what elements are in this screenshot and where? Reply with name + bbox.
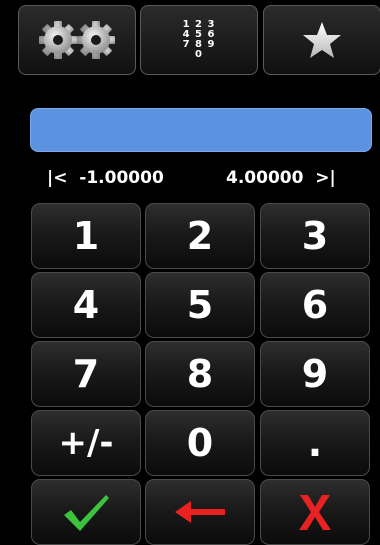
sign-toggle-key[interactable]: +/- (31, 410, 141, 476)
key-9[interactable]: 9 (260, 341, 370, 407)
gears-icon (37, 18, 117, 62)
backspace-button[interactable] (145, 479, 255, 545)
favorite-button[interactable] (263, 5, 380, 75)
keypad-mode-label: 1 2 3 4 5 6 7 8 9 0 (182, 19, 216, 60)
key-6[interactable]: 6 (260, 272, 370, 338)
x-icon (296, 492, 334, 532)
decimal-point-key[interactable]: . (260, 410, 370, 476)
key-3[interactable]: 3 (260, 203, 370, 269)
value-entry-field[interactable] (30, 108, 372, 152)
confirm-button[interactable] (31, 479, 141, 545)
key-8[interactable]: 8 (145, 341, 255, 407)
keypad-mode-button[interactable]: 1 2 3 4 5 6 7 8 9 0 (140, 5, 258, 75)
left-arrow-icon (173, 497, 227, 527)
key-7[interactable]: 7 (31, 341, 141, 407)
cancel-button[interactable] (260, 479, 370, 545)
top-toolbar: 1 2 3 4 5 6 7 8 9 0 (0, 0, 380, 83)
key-0[interactable]: 0 (145, 410, 255, 476)
key-5[interactable]: 5 (145, 272, 255, 338)
checkmark-icon (61, 491, 111, 533)
key-4[interactable]: 4 (31, 272, 141, 338)
star-icon (302, 21, 342, 59)
key-1[interactable]: 1 (31, 203, 141, 269)
range-max-label: 4.00000 >| (226, 168, 336, 188)
range-min-label: |< -1.00000 (47, 168, 164, 188)
settings-button[interactable] (18, 5, 136, 75)
key-2[interactable]: 2 (145, 203, 255, 269)
range-limits: |< -1.00000 4.00000 >| (0, 168, 380, 194)
